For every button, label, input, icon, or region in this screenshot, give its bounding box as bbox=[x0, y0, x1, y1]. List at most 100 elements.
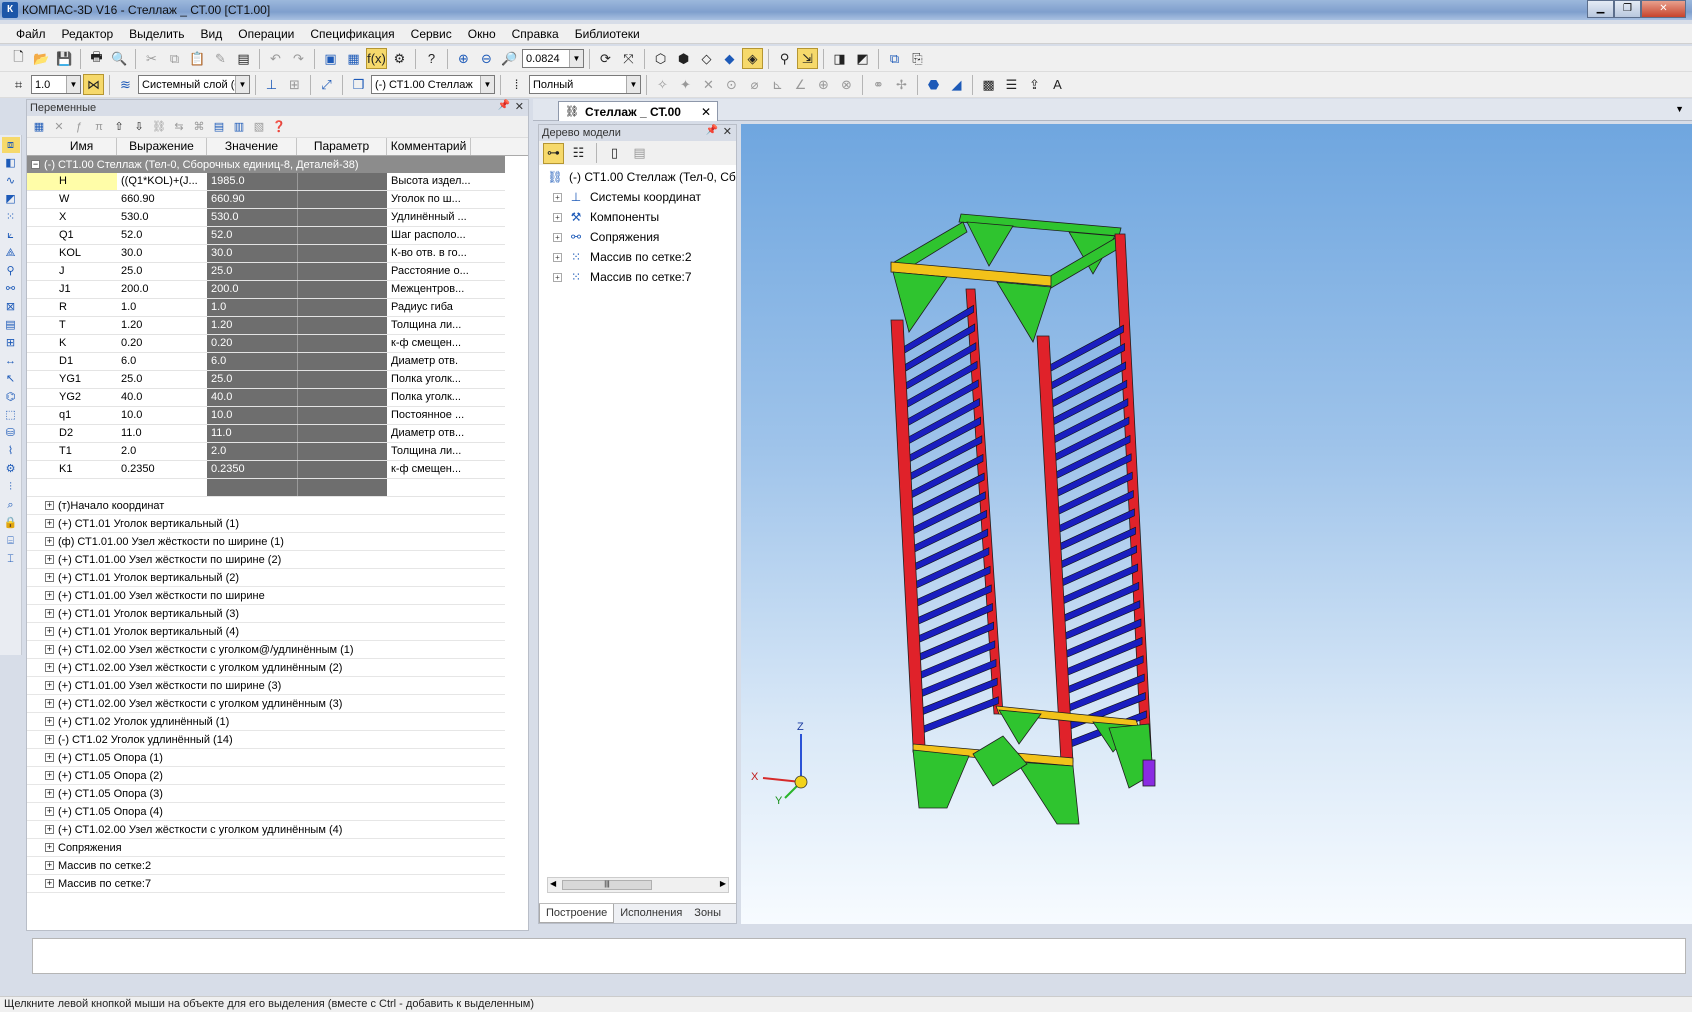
front-right-foot[interactable] bbox=[1016, 761, 1080, 825]
tree-view-mode-icon[interactable]: ☷ bbox=[568, 143, 589, 164]
model-tree-toggle-icon[interactable]: ▣ bbox=[320, 48, 341, 69]
section-icon[interactable]: ⎘ bbox=[907, 48, 928, 69]
variable-parameter[interactable] bbox=[297, 461, 387, 478]
variable-parameter[interactable] bbox=[297, 353, 387, 370]
properties-panel[interactable] bbox=[32, 938, 1686, 974]
part-icon[interactable]: ◨ bbox=[829, 48, 850, 69]
variables-tree-item[interactable]: + (+) СТ1.05 Опора (3) bbox=[27, 785, 505, 803]
menu-service[interactable]: Сервис bbox=[403, 27, 460, 41]
library-manager-icon[interactable]: ⚙ bbox=[389, 48, 410, 69]
open-folder-icon[interactable]: 📂 bbox=[31, 48, 52, 69]
variables-tree-item[interactable]: + Сопряжения bbox=[27, 839, 505, 857]
menu-help[interactable]: Справка bbox=[504, 27, 567, 41]
rung-bar[interactable] bbox=[1063, 618, 1142, 659]
variable-value[interactable]: 30.0 bbox=[207, 245, 297, 262]
auxiliary-geometry-icon[interactable]: ⟀ bbox=[2, 227, 20, 243]
expand-icon[interactable]: + bbox=[553, 272, 562, 282]
variable-row[interactable]: YG2 40.0 40.0 Полка уголк... bbox=[27, 389, 505, 407]
text-style-icon[interactable]: A bbox=[1047, 74, 1068, 95]
tab-build[interactable]: Построение bbox=[539, 904, 615, 923]
library-icon[interactable]: ⛁ bbox=[2, 425, 20, 441]
variable-comment[interactable]: Толщина ли... bbox=[387, 317, 505, 334]
variable-row[interactable]: X 530.0 530.0 Удлинённый ... bbox=[27, 209, 505, 227]
variable-parameter[interactable] bbox=[297, 479, 387, 496]
variable-expression[interactable]: 530.0 bbox=[117, 209, 207, 226]
model-tree-item[interactable]: + ⁙ Массив по сетке:7 bbox=[539, 267, 736, 287]
variable-expression[interactable]: 10.0 bbox=[117, 407, 207, 424]
hidden-thin-icon[interactable]: ◇ bbox=[696, 48, 717, 69]
variable-name[interactable]: Q1 bbox=[27, 227, 117, 244]
variable-value[interactable]: 25.0 bbox=[207, 263, 297, 280]
rung-bar[interactable] bbox=[1059, 526, 1136, 570]
variable-parameter[interactable] bbox=[297, 335, 387, 352]
variable-expression[interactable]: 660.90 bbox=[117, 191, 207, 208]
variables-tree-item[interactable]: + (ф) СТ1.01.00 Узел жёсткости по ширине … bbox=[27, 533, 505, 551]
mates-icon[interactable]: ⚯ bbox=[2, 281, 20, 297]
variables-tree-item[interactable]: + (+) СТ1.02 Уголок удлинённый (1) bbox=[27, 713, 505, 731]
variable-comment[interactable]: Шаг располо... bbox=[387, 227, 505, 244]
variables-tree-item[interactable]: + (+) СТ1.01.00 Узел жёсткости по ширине … bbox=[27, 677, 505, 695]
variable-name[interactable]: R bbox=[27, 299, 117, 316]
link-icon[interactable]: ⛓ bbox=[151, 119, 167, 135]
variables-fx-icon[interactable]: f(x) bbox=[366, 48, 387, 69]
expand-icon[interactable]: + bbox=[45, 879, 54, 888]
top-gusset[interactable] bbox=[966, 221, 1014, 267]
model-tree-item[interactable]: + ⁙ Массив по сетке:2 bbox=[539, 247, 736, 267]
variable-parameter[interactable] bbox=[297, 299, 387, 316]
variable-parameter[interactable] bbox=[297, 371, 387, 388]
variable-comment[interactable]: Постоянное ... bbox=[387, 407, 505, 424]
variables-tree-item[interactable]: + (+) СТ1.02.00 Узел жёсткости с уголком … bbox=[27, 821, 505, 839]
variable-expression[interactable]: 2.0 bbox=[117, 443, 207, 460]
weld-icon[interactable]: ⫶ bbox=[2, 479, 20, 495]
snap-normal-icon[interactable]: ⊾ bbox=[767, 74, 788, 95]
assembly-icon[interactable]: ◩ bbox=[852, 48, 873, 69]
expand-icon[interactable]: + bbox=[45, 753, 54, 762]
expand-icon[interactable]: + bbox=[45, 699, 54, 708]
horizontal-scrollbar[interactable]: ◀ ||| ▶ bbox=[547, 877, 729, 893]
variable-parameter[interactable] bbox=[297, 227, 387, 244]
model-tree-root[interactable]: ⛓ (-) СТ1.00 Стеллаж (Тел-0, Сб bbox=[539, 167, 736, 187]
tree-properties-icon[interactable]: ▯ bbox=[604, 143, 625, 164]
layer-icon[interactable]: ≋ bbox=[115, 74, 136, 95]
expand-icon[interactable]: + bbox=[45, 861, 54, 870]
close-panel-icon[interactable]: ✕ bbox=[515, 100, 524, 113]
variable-name[interactable]: D1 bbox=[27, 353, 117, 370]
variables-tree-item[interactable]: + (-) СТ1.02 Уголок удлинённый (14) bbox=[27, 731, 505, 749]
rotate-icon[interactable]: ⟳ bbox=[595, 48, 616, 69]
expand-icon[interactable]: + bbox=[45, 681, 54, 690]
variable-name[interactable]: K1 bbox=[27, 461, 117, 478]
variable-row[interactable]: W 660.90 660.90 Уголок по ш... bbox=[27, 191, 505, 209]
filter-icon[interactable]: ⚲ bbox=[774, 48, 795, 69]
filter-icon[interactable]: ⌘ bbox=[191, 119, 207, 135]
variable-comment[interactable]: Диаметр отв. bbox=[387, 353, 505, 370]
variable-row[interactable]: R 1.0 1.0 Радиус гиба bbox=[27, 299, 505, 317]
variables-tree-item[interactable]: + (+) СТ1.02.00 Узел жёсткости с уголком … bbox=[27, 695, 505, 713]
variable-expression[interactable]: 25.0 bbox=[117, 371, 207, 388]
expand-icon[interactable]: + bbox=[45, 771, 54, 780]
back-right-foot-pad[interactable] bbox=[1142, 759, 1156, 787]
variable-expression[interactable]: 25.0 bbox=[117, 263, 207, 280]
variable-value[interactable]: 11.0 bbox=[207, 425, 297, 442]
variable-expression[interactable]: 1.0 bbox=[117, 299, 207, 316]
expand-icon[interactable]: + bbox=[45, 735, 54, 744]
variable-comment[interactable]: Удлинённый ... bbox=[387, 209, 505, 226]
expand-icon[interactable]: + bbox=[45, 843, 54, 852]
wireframe-icon[interactable]: ⬡ bbox=[650, 48, 671, 69]
expand-icon[interactable]: + bbox=[45, 555, 54, 564]
variable-value[interactable]: 1985.0 bbox=[207, 173, 297, 190]
expand-icon[interactable]: + bbox=[45, 717, 54, 726]
expand-icon[interactable]: + bbox=[45, 519, 54, 528]
variable-name[interactable]: K bbox=[27, 335, 117, 352]
move-down-icon[interactable]: ⇩ bbox=[131, 119, 147, 135]
halftone-edges-icon[interactable]: ◈ bbox=[742, 48, 763, 69]
variable-parameter[interactable] bbox=[297, 281, 387, 298]
expand-icon[interactable]: + bbox=[45, 825, 54, 834]
table-icon[interactable]: ▤ bbox=[211, 119, 227, 135]
zoom-all-icon[interactable]: ⊖ bbox=[476, 48, 497, 69]
redo-icon[interactable]: ↷ bbox=[288, 48, 309, 69]
variables-tree-item[interactable]: + (+) СТ1.01 Уголок вертикальный (1) bbox=[27, 515, 505, 533]
variables-tree-item[interactable]: + (+) СТ1.05 Опора (1) bbox=[27, 749, 505, 767]
variable-parameter[interactable] bbox=[297, 407, 387, 424]
scroll-right-icon[interactable]: ▶ bbox=[720, 879, 726, 888]
export-table-icon[interactable]: ▧ bbox=[251, 119, 267, 135]
